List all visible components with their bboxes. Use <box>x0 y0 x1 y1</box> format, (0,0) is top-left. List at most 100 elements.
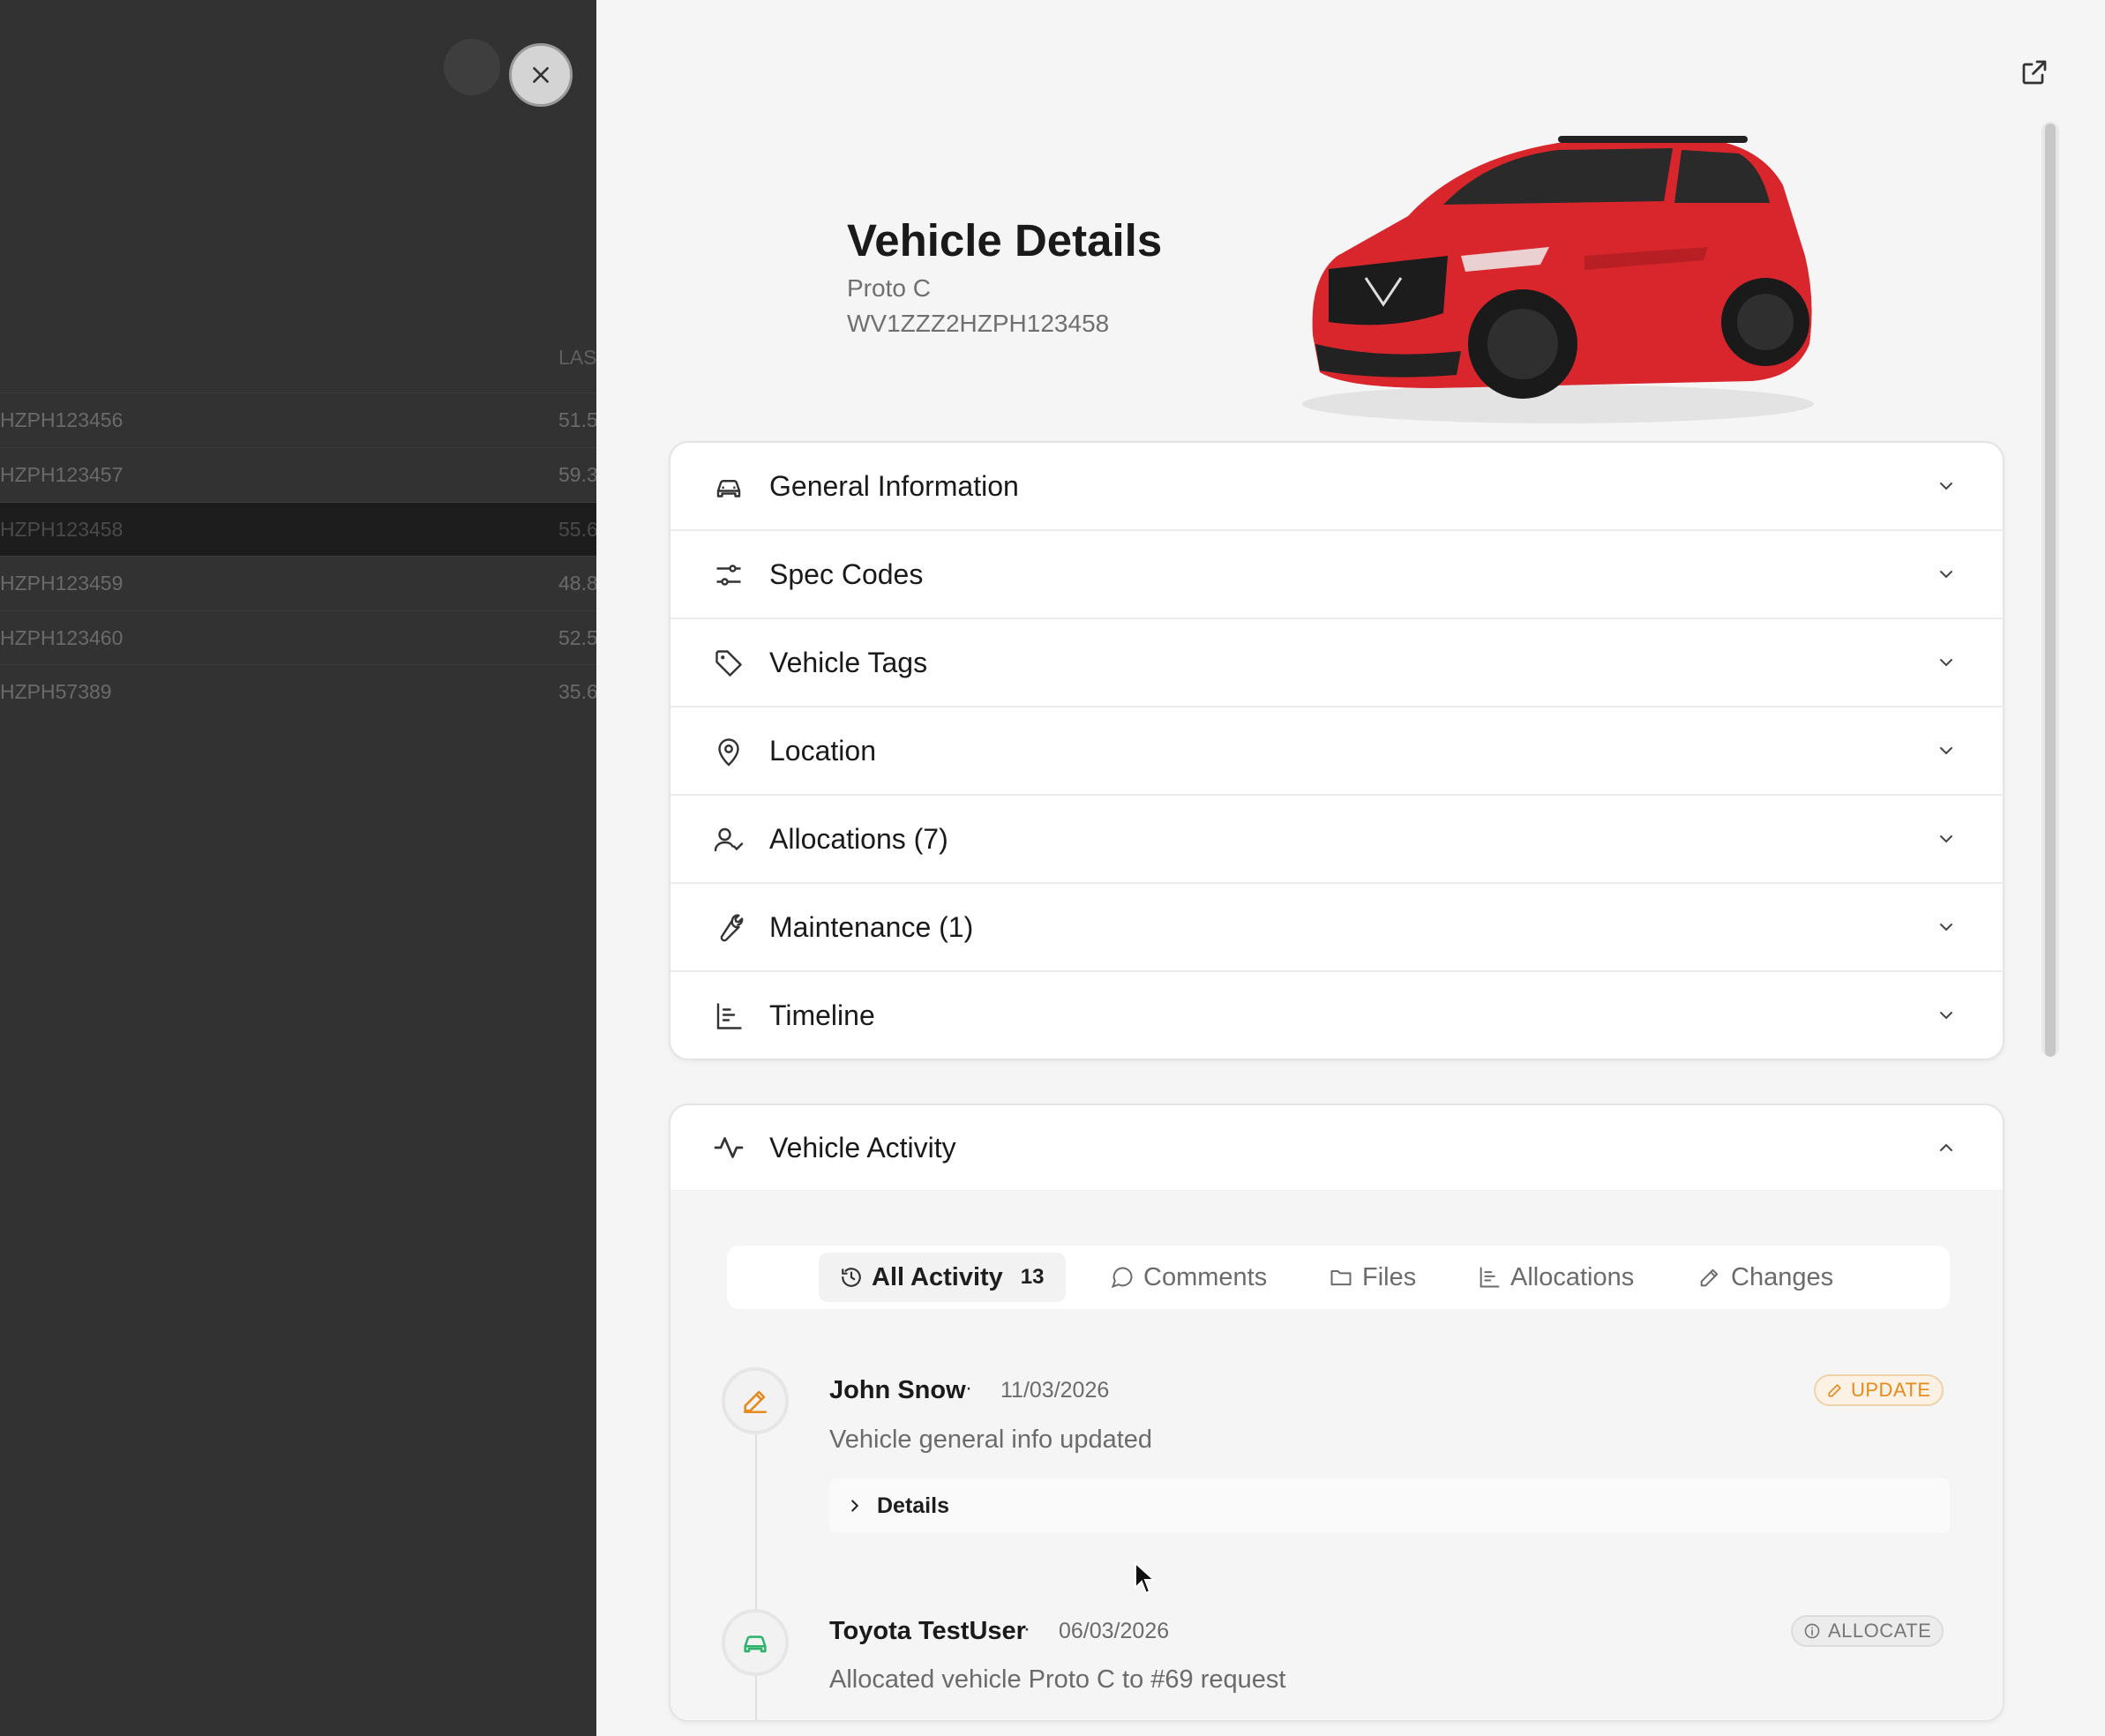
mouse-cursor-icon <box>1135 1561 1157 1595</box>
close-button[interactable] <box>509 43 573 107</box>
section-label: Timeline <box>769 999 875 1031</box>
entry-text: Vehicle general info updated <box>829 1425 1153 1454</box>
map-pin-icon <box>718 738 739 767</box>
entry-date: 11/03/2026 <box>1000 1378 1110 1403</box>
chevron-down-icon <box>1940 924 1952 932</box>
allocate-badge: ALLOCATE <box>1791 1615 1944 1647</box>
activity-body: All Activity 13 Comments Files Allocatio… <box>670 1191 2003 1720</box>
pencil-icon <box>1700 1268 1719 1287</box>
tab-label: Allocations <box>1510 1262 1635 1291</box>
wrench-icon <box>720 914 744 942</box>
entry-separator: · <box>965 1376 972 1400</box>
tab-allocations[interactable]: Allocations <box>1477 1253 1634 1302</box>
entry-separator: · <box>1023 1617 1030 1641</box>
background-table: LAS HZPH123456 51.5 HZPH123457 59.3 HZPH12… <box>0 0 596 1736</box>
comment-icon <box>1111 1267 1133 1289</box>
tag-icon <box>715 650 742 677</box>
badge-label: ALLOCATE <box>1828 1620 1932 1642</box>
details-toggle[interactable]: Details <box>829 1478 1950 1533</box>
column-header: LAS <box>558 346 596 369</box>
vehicle-model: Proto C <box>847 274 931 302</box>
entry-text: Allocated vehicle Proto C to #69 request <box>829 1665 1286 1694</box>
info-icon <box>1804 1623 1820 1639</box>
row-value: 48.8 <box>558 572 596 595</box>
table-row[interactable]: HZPH123459 48.8 <box>0 556 596 610</box>
table-row[interactable]: HZPH57389 35.6 <box>0 664 596 719</box>
tab-label: Comments <box>1143 1262 1268 1291</box>
activity-title: Vehicle Activity <box>769 1131 956 1164</box>
timeline-icon <box>716 1003 742 1029</box>
section-timeline[interactable]: Timeline <box>670 972 2003 1059</box>
table-row[interactable]: HZPH123456 51.5 <box>0 393 596 447</box>
external-link-icon[interactable] <box>2019 56 2050 88</box>
update-entry-avatar <box>722 1367 789 1434</box>
section-label: General Information <box>769 469 1019 502</box>
section-spec-codes[interactable]: Spec Codes <box>670 531 2003 619</box>
vehicle-sections: General Information Spec Codes Vehicle T… <box>669 441 2004 1060</box>
brand-logo-icon <box>444 39 500 95</box>
chevron-down-icon <box>1940 571 1952 579</box>
tab-label: Files <box>1362 1262 1417 1291</box>
row-value: 55.6 <box>558 518 596 541</box>
section-label: Vehicle Tags <box>769 646 928 678</box>
scrollbar-thumb[interactable] <box>2045 123 2056 1057</box>
scrollbar[interactable] <box>2041 122 2059 1057</box>
tab-label: Changes <box>1731 1262 1834 1291</box>
section-vehicle-tags[interactable]: Vehicle Tags <box>670 619 2003 707</box>
tab-changes[interactable]: Changes <box>1697 1253 1833 1302</box>
tab-all-activity[interactable]: All Activity 13 <box>819 1253 1066 1302</box>
details-label: Details <box>877 1493 949 1518</box>
entry-user: John Snow <box>829 1376 966 1404</box>
vehicle-details-panel: Vehicle Details Proto C WV1ZZZ2HZPH12345… <box>596 0 2105 1736</box>
user-check-icon <box>714 827 744 852</box>
vehicle-vin: WV1ZZZ2HZPH123458 <box>847 310 1110 337</box>
update-badge: UPDATE <box>1814 1374 1944 1406</box>
close-icon <box>533 67 549 83</box>
tab-count: 13 <box>1020 1265 1045 1289</box>
section-label: Location <box>769 734 876 767</box>
table-row[interactable]: HZPH123458 55.6 <box>0 502 596 557</box>
row-vin: HZPH123460 <box>0 626 124 649</box>
chevron-down-icon <box>1940 1012 1952 1020</box>
row-value: 35.6 <box>558 680 596 703</box>
table-row[interactable]: HZPH123460 52.5 <box>0 610 596 665</box>
section-allocations[interactable]: Allocations (7) <box>670 796 2003 884</box>
vehicle-activity-header[interactable]: Vehicle Activity <box>670 1105 2003 1191</box>
section-location[interactable]: Location <box>670 707 2003 796</box>
row-value: 59.3 <box>558 463 596 486</box>
chevron-down-icon <box>1940 483 1952 490</box>
row-vin: HZPH123458 <box>0 518 124 541</box>
car-icon <box>744 1635 767 1653</box>
pencil-icon <box>1828 1384 1841 1397</box>
badge-label: UPDATE <box>1851 1379 1931 1401</box>
section-label: Maintenance (1) <box>769 910 974 943</box>
row-vin: HZPH123456 <box>0 408 124 431</box>
tab-comments[interactable]: Comments <box>1110 1253 1267 1302</box>
edit-icon <box>744 1390 767 1414</box>
chevron-down-icon <box>1940 835 1952 843</box>
car-icon <box>716 480 741 498</box>
row-vin: HZPH57389 <box>0 680 112 703</box>
folder-icon <box>1330 1270 1352 1286</box>
section-label: Spec Codes <box>769 557 924 590</box>
tab-label: All Activity <box>872 1262 1003 1291</box>
chevron-up-icon <box>1940 1143 1952 1151</box>
history-icon <box>842 1268 861 1287</box>
section-label: Allocations (7) <box>769 822 948 855</box>
row-value: 52.5 <box>558 626 596 649</box>
row-vin: HZPH123457 <box>0 463 124 486</box>
section-maintenance[interactable]: Maintenance (1) <box>670 884 2003 972</box>
entry-date: 06/03/2026 <box>1059 1619 1170 1643</box>
chevron-right-icon <box>851 1500 859 1512</box>
chevron-down-icon <box>1940 747 1952 755</box>
row-value: 51.5 <box>558 408 596 431</box>
chevron-down-icon <box>1940 659 1952 667</box>
tab-files[interactable]: Files <box>1329 1253 1416 1302</box>
vehicle-activity-card: Vehicle Activity All Activity 13 Comment… <box>669 1104 2004 1722</box>
allocate-entry-avatar <box>722 1609 789 1676</box>
activity-icon <box>714 1137 744 1158</box>
list-icon <box>1479 1267 1500 1288</box>
section-general-information[interactable]: General Information <box>670 443 2003 531</box>
table-row[interactable]: HZPH123457 59.3 <box>0 447 596 502</box>
sliders-icon <box>716 565 741 586</box>
